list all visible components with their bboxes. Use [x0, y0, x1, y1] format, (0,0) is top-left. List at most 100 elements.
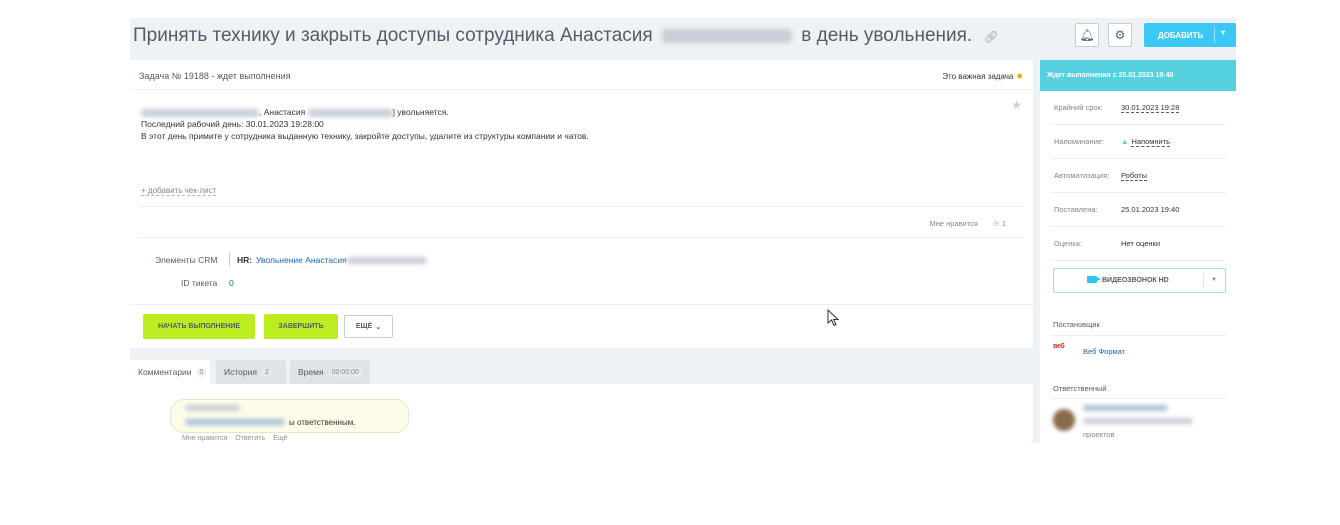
redacted-name — [661, 28, 792, 43]
reminder-value[interactable]: ▲ Напомнить — [1121, 137, 1171, 147]
task-card: Задача № 19188 - ждет выполнения Это важ… — [130, 60, 1033, 348]
task-description: , Анастасия ] увольняется. Последний раб… — [141, 106, 589, 142]
redacted-text — [1083, 418, 1193, 424]
title-row: Принять технику и закрыть доступы сотруд… — [130, 18, 1236, 54]
ticket-id-label: ID тикета — [181, 278, 218, 288]
crm-elements-label: Элементы CRM — [155, 255, 218, 265]
link-icon[interactable]: 🔗︎ — [983, 30, 998, 44]
add-button-label: ДОБАВИТЬ — [1158, 31, 1204, 40]
comments-panel: ы ответственным. Мне нравится Ответить Е… — [130, 384, 1033, 443]
responsible-label: Ответственный — [1053, 384, 1107, 393]
divider — [139, 237, 1024, 238]
ticket-id-value[interactable]: 0 — [229, 278, 234, 288]
task-number-status: Задача № 19188 - ждет выполнения — [139, 71, 291, 81]
like-count-value: 1 — [1001, 219, 1006, 228]
add-checklist-link[interactable]: + добавить чек-лист — [141, 186, 217, 196]
complete-task-label: ЗАВЕРШИТЬ — [278, 323, 324, 330]
task-app: Принять технику и закрыть доступы сотруд… — [130, 18, 1236, 443]
task-status-banner: Ждет выполнения с 25.01.2023 19:40 — [1040, 60, 1236, 91]
page-title-part2: в день увольнения. — [801, 25, 973, 46]
task-card-header: Задача № 19188 - ждет выполнения Это важ… — [130, 60, 1033, 90]
settings-button[interactable]: ⚙ — [1108, 23, 1132, 47]
creator-name[interactable]: Веб Формат — [1083, 347, 1125, 356]
add-button[interactable]: ДОБАВИТЬ ▾ — [1144, 23, 1236, 47]
video-call-label: ВИДЕОЗВОНОК HD — [1102, 277, 1169, 284]
chevron-down-icon: ⌄ — [375, 323, 382, 331]
automation-row: Автоматизация: Роботы — [1051, 159, 1227, 193]
desc-line-1-end: ] увольняется. — [392, 107, 449, 117]
deadline-value[interactable]: 30.01.2023 19:28 — [1121, 103, 1180, 113]
likes[interactable]: Мне нравится ☉ 1 — [929, 219, 1006, 228]
creator-logo: веб — [1053, 343, 1065, 350]
redacted-text — [141, 108, 259, 117]
redacted-author — [185, 405, 240, 411]
crm-hr-value[interactable]: Увольнение Анастасия — [256, 255, 347, 265]
start-task-label: НАЧАТЬ ВЫПОЛНЕНИЕ — [157, 323, 241, 330]
tab-time-label: Время — [298, 367, 324, 377]
like-label[interactable]: Мне нравится — [929, 219, 977, 228]
bell-icon: 🔔︎ — [1079, 28, 1095, 42]
desc-line-3: В этот день примите у сотрудника выданну… — [141, 131, 589, 141]
star-icon[interactable]: ★ — [1011, 98, 1022, 112]
comment-actions: Мне нравится Ответить Ещё — [182, 435, 293, 442]
important-label: Это важная задача — [942, 72, 1014, 81]
redacted-text — [346, 257, 427, 265]
page-title: Принять технику и закрыть доступы сотруд… — [133, 25, 999, 47]
crm-hr-label: HR: — [237, 255, 253, 265]
chevron-down-icon[interactable]: ▾ — [1221, 28, 1225, 37]
task-sidebar: Ждет выполнения с 25.01.2023 19:40 Крайн… — [1040, 60, 1236, 443]
comment-bubble: ы ответственным. — [170, 399, 409, 433]
fire-icon: ● — [1016, 70, 1023, 82]
desc-line-1-name: , Анастасия — [259, 107, 306, 117]
crm-hr-link[interactable]: Увольнение Анастасия — [256, 255, 427, 265]
more-button[interactable]: ЕЩЁ ⌄ — [344, 315, 393, 338]
desc-line-2: Последний рабочий день: 30.01.2023 19:28… — [141, 119, 324, 129]
add-button-divider — [1214, 27, 1215, 43]
created-row: Поставлена: 25.01.2023 19:40 — [1051, 193, 1227, 227]
tab-history-badge: 2 — [260, 367, 273, 377]
comment-reply[interactable]: Ответить — [235, 435, 265, 442]
tab-time-badge: 00:00:00 — [327, 367, 363, 377]
crm-separator — [229, 252, 230, 266]
divider — [130, 304, 1033, 305]
tab-history[interactable]: История 2 — [216, 360, 286, 384]
divider — [139, 206, 1024, 207]
important-flag[interactable]: Это важная задача ● — [942, 70, 1023, 82]
tab-comments-label: Комментарии — [138, 367, 192, 377]
tab-history-label: История — [224, 367, 257, 377]
video-call-divider — [1203, 273, 1204, 288]
automation-value[interactable]: Роботы — [1121, 171, 1147, 181]
more-label: ЕЩЁ — [355, 323, 373, 330]
chevron-down-icon[interactable]: ▼ — [1211, 277, 1217, 283]
bell-button[interactable]: 🔔︎ — [1075, 23, 1099, 47]
created-label: Поставлена: — [1054, 205, 1098, 214]
video-call-button[interactable]: ВИДЕОЗВОНОК HD ▼ — [1053, 268, 1226, 293]
redacted-name — [1083, 405, 1168, 411]
bell-icon: ▲ — [1121, 137, 1129, 146]
tab-time[interactable]: Время 00:00:00 — [290, 360, 370, 384]
video-camera-icon — [1087, 276, 1101, 283]
comment-more[interactable]: Ещё — [273, 435, 287, 442]
automation-label: Автоматизация: — [1054, 171, 1110, 180]
comment-like[interactable]: Мне нравится — [182, 435, 227, 442]
rating-label: Оценка: — [1054, 239, 1083, 248]
avatar[interactable] — [1053, 409, 1075, 431]
rating-value[interactable]: Нет оценки — [1121, 239, 1160, 248]
created-value: 25.01.2023 19:40 — [1121, 205, 1180, 214]
mouse-cursor-icon — [827, 309, 840, 327]
reminder-row: Напоминание: ▲ Напомнить — [1051, 125, 1227, 159]
start-task-button[interactable]: НАЧАТЬ ВЫПОЛНЕНИЕ — [143, 314, 255, 339]
rating-row: Оценка: Нет оценки — [1051, 227, 1227, 261]
tab-comments[interactable]: Комментарии 0 — [130, 360, 210, 384]
divider — [1051, 398, 1227, 399]
redacted-text — [185, 419, 285, 425]
desc-line-1: , Анастасия ] увольняется. — [141, 106, 589, 118]
tab-comments-badge: 0 — [195, 367, 208, 377]
like-count: ☉ 1 — [993, 219, 1006, 228]
responsible-subtitle: проектов — [1083, 430, 1115, 439]
reminder-link[interactable]: Напомнить — [1131, 137, 1171, 147]
complete-task-button[interactable]: ЗАВЕРШИТЬ — [264, 314, 338, 339]
redacted-text — [307, 108, 393, 117]
comment-text: ы ответственным. — [289, 418, 356, 427]
reminder-label: Напоминание: — [1054, 137, 1105, 146]
